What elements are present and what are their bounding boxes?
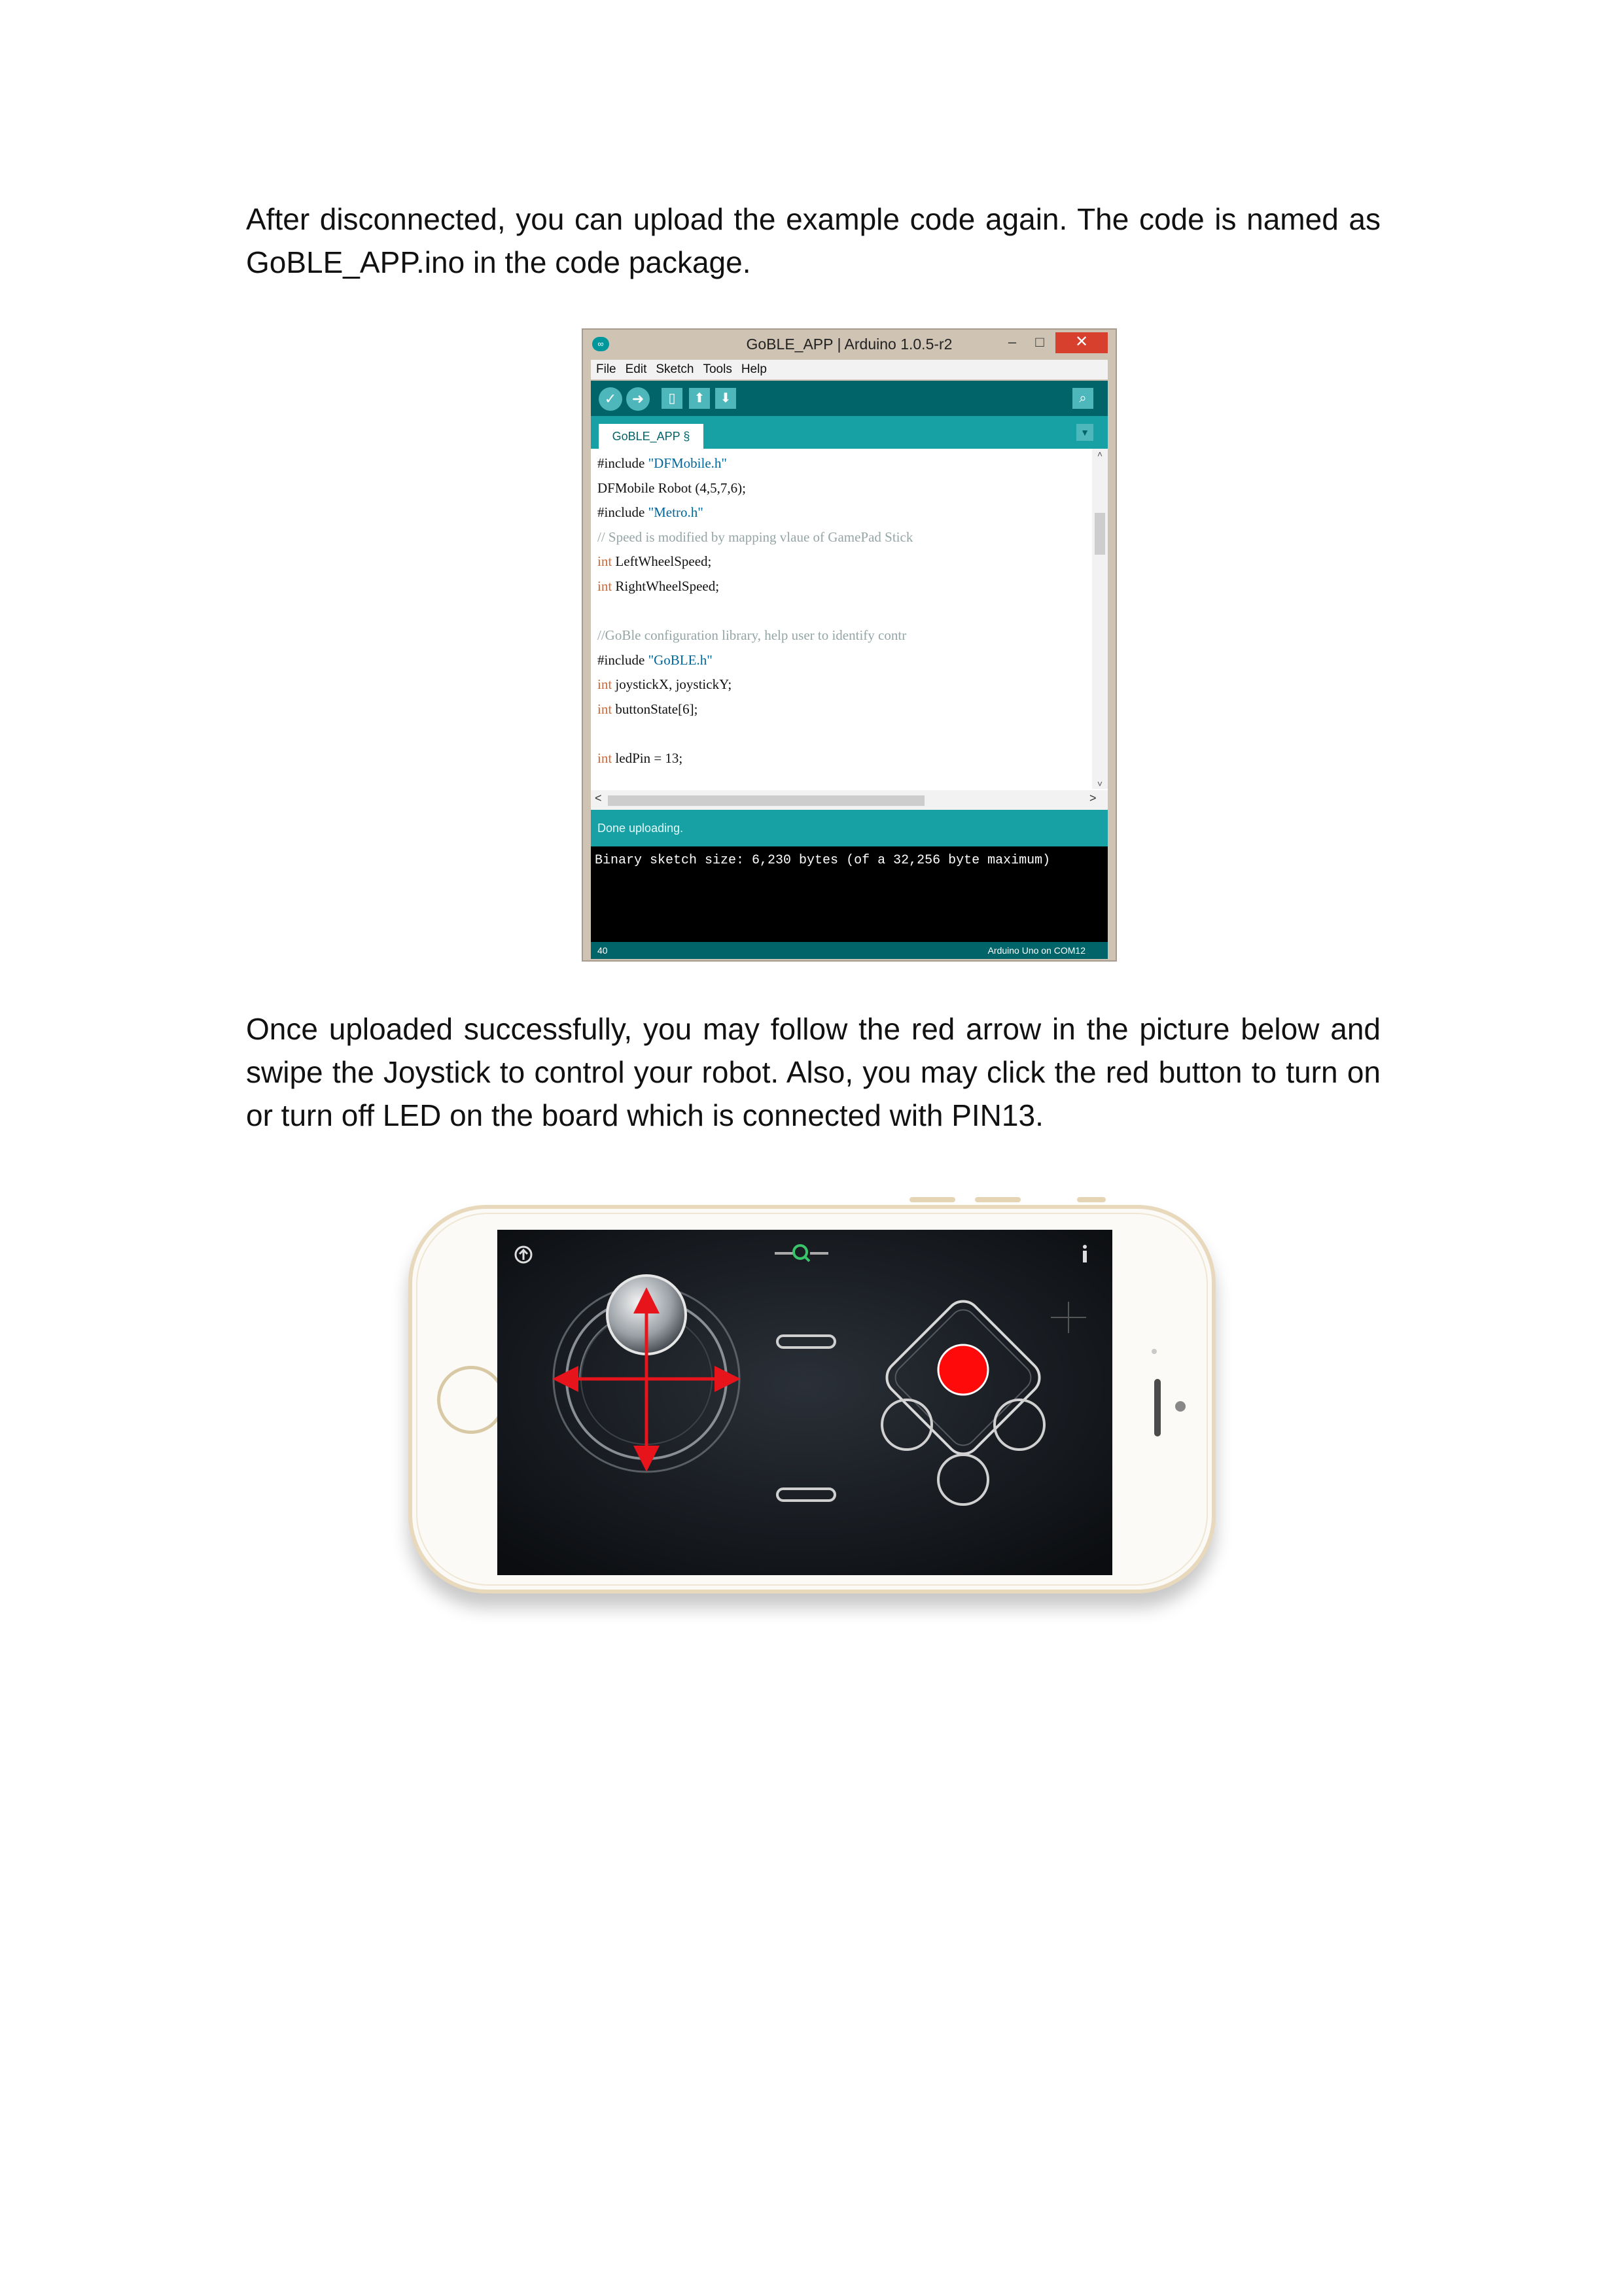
tab-bar: GoBLE_APP § ▼ [591,416,1108,449]
horizontal-scroll-thumb[interactable] [608,795,925,806]
toolbar: ✓ ➜ ▯ ⬆ ⬇ ⌕ [591,381,1108,416]
minimize-button[interactable]: ‒ [999,332,1025,353]
open-sketch-icon[interactable]: ⬆ [689,388,710,409]
code-token: RightWheelSpeed; [612,578,720,594]
tab-menu-icon[interactable]: ▼ [1076,424,1093,441]
code-token: //GoBle configuration library, help user… [597,627,907,644]
vertical-scroll-thumb[interactable] [1095,513,1105,555]
vertical-scrollbar[interactable]: ˄ ˅ [1092,449,1108,789]
phone-mockup [399,1197,1224,1609]
status-bar: Done uploading. [591,810,1108,846]
verify-icon[interactable]: ✓ [599,387,622,411]
menu-file[interactable]: File [596,362,616,376]
code-line: int LeftWheelSpeed; [597,549,1088,574]
save-sketch-icon[interactable]: ⬇ [715,388,736,409]
paragraph-upload-again: After disconnected, you can upload the e… [246,198,1381,284]
board-port: Arduino Uno on COM12 [987,945,1086,956]
code-token: int [597,553,612,570]
code-token: int [597,676,612,693]
menu-bar: File Edit Sketch Tools Help [591,360,1108,379]
paragraph-text: After disconnected, you can upload the e… [246,202,1381,279]
code-token: DFMobile Robot (4,5,7,6); [597,479,746,496]
front-camera [1175,1401,1186,1412]
arduino-ide-window: ∞ GoBLE_APP | Arduino 1.0.5-r2 ‒ □ ✕ Fil… [582,328,1117,962]
code-token: #include [597,652,648,668]
code-line: #include "DFMobile.h" [597,451,1088,476]
code-line: int buttonState[6]; [597,697,1088,722]
code-token: ledPin = 13; [612,750,683,767]
earpiece-speaker [1154,1379,1161,1436]
code-area[interactable]: #include "DFMobile.h" DFMobile Robot (4,5… [597,451,1088,778]
code-token: int [597,750,612,767]
code-line: int joystickX, joystickY; [597,672,1088,697]
horizontal-scrollbar[interactable]: < > [591,790,1108,810]
scroll-down-icon[interactable]: ˅ [1092,778,1108,789]
code-token: #include [597,455,648,471]
code-token: int [597,701,612,717]
led-red-button[interactable] [937,1344,989,1396]
code-line: #include "Metro.h" [597,500,1088,525]
code-line: // Speed is modified by mapping vlaue of… [597,525,1088,550]
code-line: //GoBle configuration library, help user… [597,623,1088,648]
mute-switch [1077,1197,1106,1202]
volume-button [975,1197,1021,1202]
code-token: buttonState[6]; [612,701,698,717]
code-line: #include "GoBLE.h" [597,648,1088,673]
code-token: int [597,578,612,594]
code-line: DFMobile Robot (4,5,7,6); [597,476,1088,501]
code-token: "GoBLE.h" [648,652,713,668]
code-token: // Speed is modified by mapping vlaue of… [597,529,913,545]
info-icon[interactable] [1083,1245,1087,1262]
paragraph-joystick-instructions: Once uploaded successfully, you may foll… [246,1007,1381,1137]
scroll-left-icon[interactable]: < [595,791,602,805]
code-line: int ledPin = 13; [597,746,1088,771]
upload-icon[interactable]: ➜ [626,387,650,411]
code-token: LeftWheelSpeed; [612,553,712,570]
line-number: 40 [597,945,608,956]
menu-tools[interactable]: Tools [703,362,732,376]
footer-bar: 40 Arduino Uno on COM12 [591,942,1108,959]
proximity-sensor [1152,1349,1157,1354]
code-token: #include [597,504,648,521]
gamepad-graphic [497,1230,1112,1575]
menu-edit[interactable]: Edit [626,362,647,376]
tab-goble-app[interactable]: GoBLE_APP § [599,424,703,449]
paragraph-text: Once uploaded successfully, you may foll… [246,1012,1381,1132]
volume-button [909,1197,955,1202]
scroll-up-icon[interactable]: ˄ [1092,449,1108,459]
close-button[interactable]: ✕ [1055,332,1108,353]
code-token: joystickX, joystickY; [612,676,732,693]
menu-help[interactable]: Help [741,362,767,376]
menu-sketch[interactable]: Sketch [656,362,694,376]
new-sketch-icon[interactable]: ▯ [662,388,682,409]
serial-monitor-icon[interactable]: ⌕ [1072,388,1093,409]
console-output: Binary sketch size: 6,230 bytes (of a 32… [591,846,1108,942]
scroll-right-icon[interactable]: > [1089,791,1097,805]
home-button[interactable] [437,1366,505,1434]
code-token: "DFMobile.h" [648,455,727,471]
code-line: int RightWheelSpeed; [597,574,1088,599]
code-token: "Metro.h" [648,504,703,521]
code-editor[interactable]: #include "DFMobile.h" DFMobile Robot (4,5… [591,449,1108,810]
goble-app-screen [497,1230,1112,1575]
maximize-button[interactable]: □ [1027,332,1053,353]
